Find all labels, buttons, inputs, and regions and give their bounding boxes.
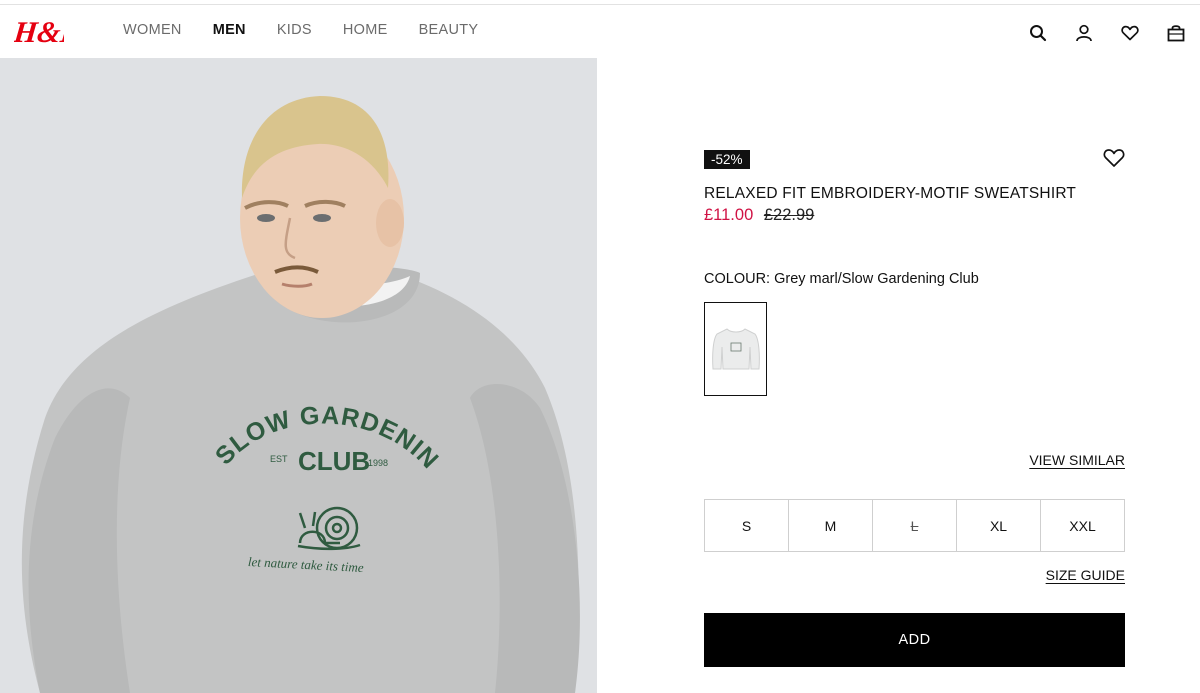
nav-women[interactable]: WOMEN bbox=[123, 22, 182, 38]
size-guide-link[interactable]: SIZE GUIDE bbox=[1046, 567, 1125, 583]
nav-beauty[interactable]: BEAUTY bbox=[419, 22, 479, 38]
print-line2: CLUB bbox=[298, 446, 370, 476]
main-nav: WOMEN MEN KIDS HOME BEAUTY bbox=[123, 22, 509, 38]
hm-logo[interactable]: H&M bbox=[11, 13, 90, 51]
print-year: 1998 bbox=[368, 458, 388, 468]
add-to-favourites-icon[interactable] bbox=[1103, 148, 1125, 170]
size-option[interactable]: M bbox=[789, 500, 873, 551]
hm-logo-text: H&M bbox=[14, 15, 64, 49]
colour-label: COLOUR: Grey marl/Slow Gardening Club bbox=[704, 271, 979, 287]
size-option-unavailable[interactable]: L bbox=[873, 500, 957, 551]
site-header: H&M WOMEN MEN KIDS HOME BEAUTY bbox=[0, 6, 1200, 58]
header-icons bbox=[1003, 22, 1187, 44]
product-title: RELAXED FIT EMBROIDERY-MOTIF SWEATSHIRT bbox=[704, 185, 1077, 202]
product-image[interactable]: SLOW GARDENING CLUB EST 1998 let nature … bbox=[0, 58, 597, 693]
search-icon[interactable] bbox=[1027, 22, 1049, 44]
nav-men[interactable]: MEN bbox=[213, 22, 246, 38]
account-icon[interactable] bbox=[1073, 22, 1095, 44]
model-illustration: SLOW GARDENING CLUB EST 1998 let nature … bbox=[0, 58, 597, 693]
top-border bbox=[0, 0, 1200, 5]
colour-swatch-grey-marl[interactable] bbox=[704, 302, 767, 396]
sale-price: £11.00 bbox=[704, 206, 754, 224]
price-block: £11.00 £22.99 bbox=[704, 206, 1125, 225]
view-similar-link[interactable]: VIEW SIMILAR bbox=[1029, 452, 1125, 468]
favourites-icon[interactable] bbox=[1119, 22, 1141, 44]
original-price: £22.99 bbox=[763, 206, 815, 224]
add-to-bag-button[interactable]: ADD bbox=[704, 613, 1125, 667]
discount-badge: -52% bbox=[704, 150, 750, 169]
nav-kids[interactable]: KIDS bbox=[277, 22, 312, 38]
sweatshirt-thumbnail bbox=[711, 328, 760, 370]
nav-home[interactable]: HOME bbox=[343, 22, 388, 38]
size-option[interactable]: XXL bbox=[1041, 500, 1124, 551]
size-option[interactable]: XL bbox=[957, 500, 1041, 551]
print-est: EST bbox=[270, 454, 288, 464]
size-option[interactable]: S bbox=[705, 500, 789, 551]
product-info: -52% RELAXED FIT EMBROIDERY-MOTIF SWEATS… bbox=[704, 148, 1125, 396]
size-selector: S M L XL XXL bbox=[704, 499, 1125, 552]
shopping-bag-icon[interactable] bbox=[1165, 22, 1187, 44]
hm-logo-mark: H&M bbox=[11, 15, 90, 49]
